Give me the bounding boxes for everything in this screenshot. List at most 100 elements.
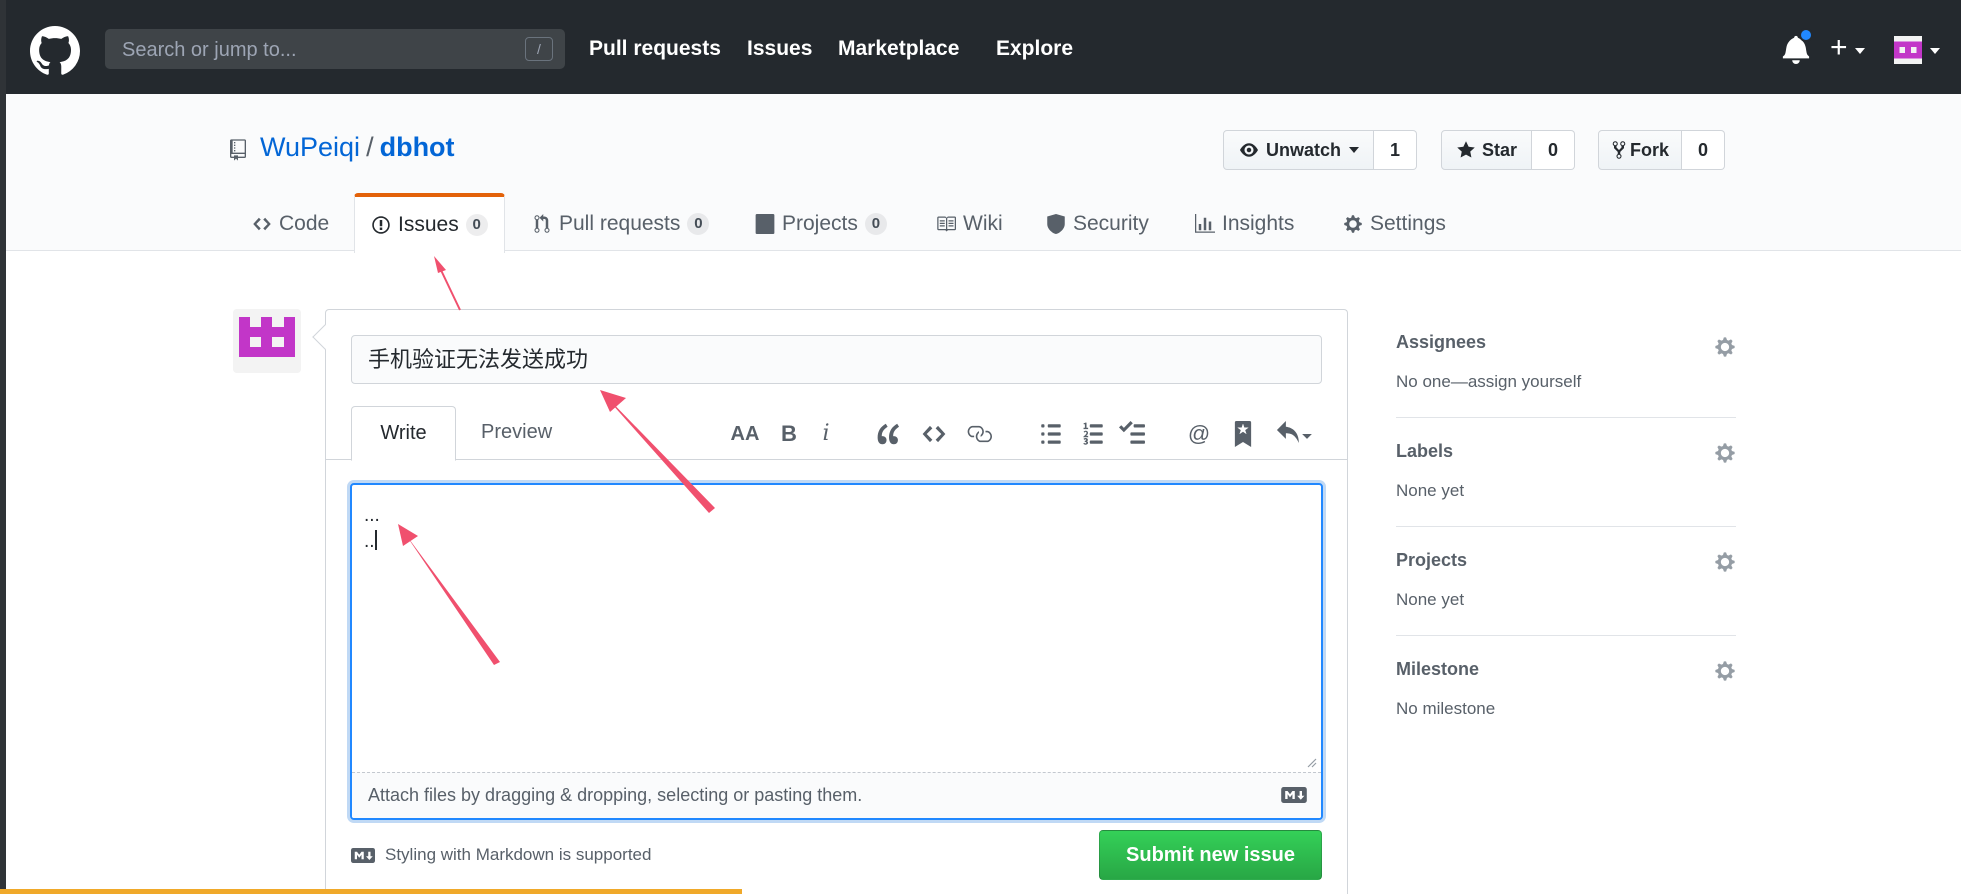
- search-placeholder: Search or jump to...: [122, 39, 297, 61]
- issue-title-input[interactable]: 手机验证无法发送成功: [351, 335, 1322, 384]
- milestone-gear-icon[interactable]: [1714, 660, 1736, 682]
- bold-icon[interactable]: B: [774, 419, 804, 449]
- nav-pull-requests[interactable]: Pull requests: [589, 37, 721, 61]
- watch-button-group: Unwatch 1: [1223, 130, 1418, 170]
- link-icon[interactable]: [964, 419, 994, 449]
- labels-heading[interactable]: Labels: [1396, 441, 1736, 462]
- assignees-gear-icon[interactable]: [1714, 336, 1736, 358]
- text-size-icon[interactable]: AA: [730, 419, 760, 449]
- star-button[interactable]: Star: [1441, 130, 1533, 170]
- unwatch-button[interactable]: Unwatch: [1223, 130, 1375, 170]
- resize-handle-icon[interactable]: [1305, 756, 1317, 768]
- author-avatar: [233, 309, 301, 373]
- tab-code[interactable]: Code: [252, 195, 329, 252]
- nav-marketplace[interactable]: Marketplace: [838, 37, 959, 61]
- fork-button[interactable]: Fork: [1598, 130, 1683, 170]
- milestone-heading[interactable]: Milestone: [1396, 659, 1736, 680]
- write-tab[interactable]: Write: [351, 406, 456, 461]
- tab-insights-label: Insights: [1222, 211, 1295, 235]
- notification-unread-dot: [1799, 28, 1813, 42]
- user-menu-caret-icon[interactable]: [1930, 48, 1940, 54]
- star-label: Star: [1482, 139, 1518, 160]
- issue-opened-icon: [372, 216, 390, 234]
- tab-pull-requests-count: 0: [687, 212, 710, 235]
- markdown-support-note[interactable]: Styling with Markdown is supported: [351, 845, 651, 865]
- labels-value: None yet: [1396, 481, 1465, 500]
- issue-body-line-1: ...: [364, 505, 380, 526]
- sidebar-divider: [1396, 417, 1736, 418]
- tab-settings-label: Settings: [1370, 211, 1446, 235]
- labels-gear-icon[interactable]: [1714, 442, 1736, 464]
- fork-icon: [1612, 141, 1626, 159]
- star-icon: [1457, 141, 1475, 158]
- assignees-heading[interactable]: Assignees: [1396, 332, 1736, 353]
- tab-issues-count: 0: [465, 214, 488, 236]
- tab-wiki[interactable]: Wiki: [936, 195, 1003, 252]
- tab-wiki-label: Wiki: [963, 211, 1003, 235]
- repo-owner-link[interactable]: WuPeiqi: [260, 132, 360, 162]
- fork-count[interactable]: 0: [1682, 130, 1726, 170]
- repo-title: WuPeiqi / dbhot: [260, 132, 455, 163]
- sidebar-labels: Labels None yet: [1396, 441, 1736, 501]
- markdown-icon: [1281, 787, 1307, 803]
- task-list-icon[interactable]: [1117, 419, 1147, 449]
- nav-explore[interactable]: Explore: [996, 37, 1073, 61]
- tab-projects-count: 0: [864, 212, 887, 235]
- star-count[interactable]: 0: [1532, 130, 1576, 170]
- tab-security[interactable]: Security: [1046, 195, 1149, 252]
- sidebar-divider: [1396, 526, 1736, 527]
- file-attach-area[interactable]: Attach files by dragging & dropping, sel…: [352, 772, 1321, 818]
- fork-button-group: Fork 0: [1598, 130, 1726, 170]
- preview-tab[interactable]: Preview: [481, 406, 552, 460]
- project-icon: [755, 213, 775, 234]
- repo-name-link[interactable]: dbhot: [380, 132, 455, 162]
- projects-gear-icon[interactable]: [1714, 551, 1736, 573]
- issue-body-text: ... ..: [364, 503, 380, 555]
- italic-icon[interactable]: i: [811, 419, 841, 449]
- mention-icon[interactable]: @: [1184, 419, 1214, 449]
- user-avatar-icon[interactable]: [1893, 36, 1923, 64]
- global-header: Search or jump to... / Pull requests Iss…: [6, 0, 1961, 94]
- quote-icon[interactable]: [874, 419, 904, 449]
- create-new-caret-icon[interactable]: [1855, 48, 1865, 54]
- pull-request-icon: [534, 213, 550, 233]
- shield-icon: [1047, 213, 1065, 234]
- star-button-group: Star 0: [1441, 130, 1576, 170]
- tab-settings[interactable]: Settings: [1343, 195, 1446, 252]
- tab-insights[interactable]: Insights: [1195, 195, 1294, 252]
- search-input[interactable]: Search or jump to... /: [105, 29, 565, 69]
- milestone-value: No milestone: [1396, 699, 1496, 718]
- reply-menu-icon[interactable]: [1272, 419, 1316, 449]
- tab-code-label: Code: [279, 211, 330, 235]
- github-logo-icon[interactable]: [30, 26, 80, 76]
- saved-reply-bookmark-icon[interactable]: [1228, 419, 1258, 449]
- nav-issues[interactable]: Issues: [747, 37, 812, 61]
- tab-security-label: Security: [1073, 211, 1149, 235]
- tab-issues-label: Issues: [398, 213, 459, 236]
- submit-new-issue-button[interactable]: Submit new issue: [1099, 830, 1322, 880]
- create-new-button[interactable]: +: [1830, 33, 1848, 63]
- projects-heading[interactable]: Projects: [1396, 550, 1736, 571]
- code-icon: [253, 217, 271, 230]
- markdown-support-text: Styling with Markdown is supported: [385, 845, 652, 864]
- gear-icon: [1344, 214, 1362, 233]
- markdown-icon: [351, 847, 375, 863]
- tab-projects[interactable]: Projects 0: [755, 195, 887, 252]
- sidebar-projects: Projects None yet: [1396, 550, 1736, 610]
- annotation-arrow-issues-tab: [434, 256, 461, 311]
- tab-projects-label: Projects: [782, 211, 858, 235]
- tab-pull-requests[interactable]: Pull requests 0: [532, 195, 710, 252]
- issue-body-line-2: ..: [364, 531, 375, 552]
- issue-body-textarea[interactable]: ... .. Attach files by dragging & droppi…: [350, 483, 1323, 820]
- text-cursor: [374, 530, 377, 550]
- numbered-list-icon[interactable]: [1078, 419, 1108, 449]
- graph-icon: [1195, 213, 1215, 233]
- sidebar-divider: [1396, 635, 1736, 636]
- watch-count[interactable]: 1: [1374, 130, 1418, 170]
- search-shortcut-hint: /: [525, 37, 553, 61]
- bullet-list-icon[interactable]: [1036, 419, 1066, 449]
- code-brackets-icon[interactable]: [919, 419, 949, 449]
- assignees-value[interactable]: No one—assign yourself: [1396, 372, 1736, 392]
- unwatch-caret-icon: [1349, 147, 1360, 153]
- tab-issues[interactable]: Issues 0: [354, 193, 505, 253]
